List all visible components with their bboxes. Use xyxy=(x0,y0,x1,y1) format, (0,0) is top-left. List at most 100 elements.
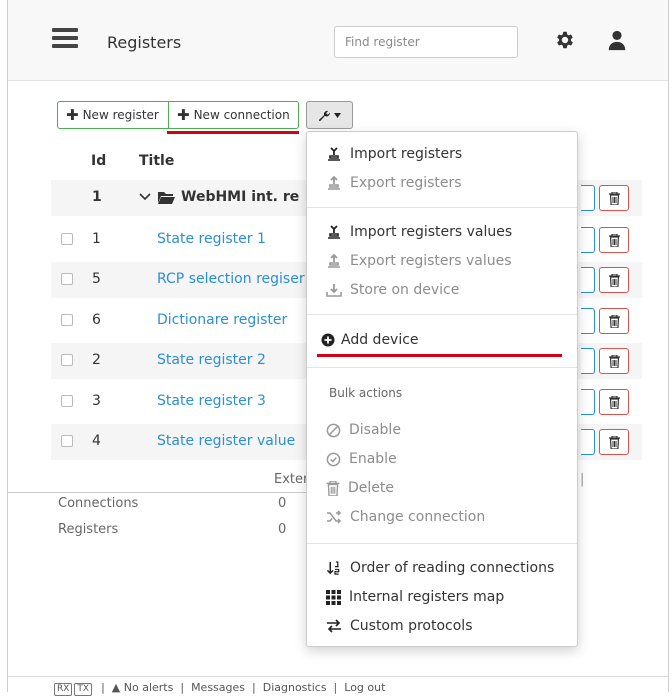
delete-button[interactable] xyxy=(599,389,629,415)
sort-numeric-icon xyxy=(326,560,340,575)
row-id: 2 xyxy=(92,352,101,368)
edit-button[interactable] xyxy=(581,348,595,374)
menu-item-export-registers[interactable]: Export registers xyxy=(326,175,462,191)
delete-button[interactable] xyxy=(599,429,629,455)
edit-button[interactable] xyxy=(581,185,595,211)
export-icon xyxy=(328,254,340,268)
menu-item-import-values[interactable]: Import registers values xyxy=(326,224,512,240)
menu-item-import-registers[interactable]: Import registers xyxy=(326,146,462,162)
group-id: 1 xyxy=(92,189,102,205)
row-checkbox[interactable] xyxy=(61,233,73,245)
menu-item-order-reading[interactable]: Order of reading connections xyxy=(326,560,554,576)
delete-button[interactable] xyxy=(599,185,629,211)
menu-item-internal-map[interactable]: Internal registers map xyxy=(326,589,504,605)
page-title: Registers xyxy=(107,33,182,52)
row-id: 5 xyxy=(92,271,101,287)
delete-button[interactable] xyxy=(599,348,629,374)
plus-icon: ✚ xyxy=(177,106,190,124)
row-id: 6 xyxy=(92,312,101,328)
folder-open-icon xyxy=(158,192,175,204)
logout-link[interactable]: Log out xyxy=(344,681,385,694)
menu-item-label: Import registers xyxy=(350,146,463,162)
new-register-label: New register xyxy=(82,108,159,122)
row-title-link[interactable]: State register 1 xyxy=(157,231,266,247)
row-title-link[interactable]: State register 3 xyxy=(157,393,266,409)
alerts-link[interactable]: No alerts xyxy=(124,681,174,694)
menu-item-add-device[interactable]: Add device xyxy=(321,332,419,348)
hamburger-menu-icon[interactable] xyxy=(52,28,78,48)
row-checkbox[interactable] xyxy=(61,395,73,407)
row-title-link[interactable]: State register 2 xyxy=(157,352,266,368)
registers-value: 0 xyxy=(278,522,287,537)
menu-item-delete[interactable]: Delete xyxy=(326,480,394,496)
delete-button[interactable] xyxy=(599,227,629,253)
import-icon xyxy=(328,225,340,239)
download-icon xyxy=(326,284,342,297)
menu-item-label: Internal registers map xyxy=(349,589,505,605)
menu-item-disable[interactable]: Disable xyxy=(326,422,401,438)
bulk-actions-header: Bulk actions xyxy=(329,386,403,400)
delete-button[interactable] xyxy=(599,267,629,293)
menu-item-export-values[interactable]: Export registers values xyxy=(326,253,512,269)
stats-divider-line xyxy=(8,492,308,493)
tx-indicator: TX xyxy=(74,683,93,696)
row-checkbox[interactable] xyxy=(61,314,73,326)
stats-column-header: Exter xyxy=(274,472,309,487)
menu-item-label: Export registers xyxy=(350,175,462,191)
caret-down-icon xyxy=(334,112,341,118)
menu-item-change-connection[interactable]: Change connection xyxy=(326,509,485,525)
wrench-icon xyxy=(318,110,330,121)
warning-icon: ▲ xyxy=(111,681,121,694)
menu-item-enable[interactable]: Enable xyxy=(326,451,397,467)
chevron-down-icon xyxy=(139,193,151,201)
import-icon xyxy=(328,147,340,161)
row-title-link[interactable]: State register value xyxy=(157,433,295,449)
edit-button[interactable] xyxy=(581,267,595,293)
trash-icon xyxy=(608,395,620,409)
ban-icon xyxy=(326,423,341,437)
row-checkbox[interactable] xyxy=(61,354,73,366)
tools-dropdown-menu: Import registers Export registers Import… xyxy=(306,131,578,647)
menu-separator xyxy=(307,207,577,208)
diagnostics-link[interactable]: Diagnostics xyxy=(263,681,327,694)
row-title-link[interactable]: Dictionare register xyxy=(157,312,287,328)
new-connection-label: New connection xyxy=(193,108,290,122)
trash-icon xyxy=(608,354,620,368)
row-id: 1 xyxy=(92,231,101,247)
plus-icon: ✚ xyxy=(66,106,79,124)
column-header-title: Title xyxy=(139,153,175,169)
user-icon[interactable] xyxy=(606,29,628,51)
new-connection-button[interactable]: ✚ New connection xyxy=(168,101,299,129)
menu-item-label: Add device xyxy=(341,332,419,348)
trash-icon xyxy=(608,233,620,247)
search-input[interactable] xyxy=(334,26,518,58)
menu-item-custom-protocols[interactable]: Custom protocols xyxy=(326,618,473,634)
edit-button[interactable] xyxy=(581,389,595,415)
highlight-underline xyxy=(317,354,562,357)
plus-circle-icon xyxy=(321,333,335,347)
group-title[interactable]: WebHMI int. re xyxy=(139,189,299,205)
exchange-icon xyxy=(327,619,341,633)
menu-item-label: Custom protocols xyxy=(350,618,473,634)
edit-button[interactable] xyxy=(581,227,595,253)
connections-value: 0 xyxy=(278,496,287,511)
new-register-button[interactable]: ✚ New register xyxy=(57,101,169,129)
export-icon xyxy=(328,176,340,190)
menu-item-store-on-device[interactable]: Store on device xyxy=(326,282,459,298)
tools-dropdown-button[interactable] xyxy=(306,101,353,129)
row-title-link[interactable]: RCP selection regiser xyxy=(157,271,305,287)
edit-button[interactable] xyxy=(581,429,595,455)
edit-button[interactable] xyxy=(581,308,595,334)
trash-icon xyxy=(608,314,620,328)
row-checkbox[interactable] xyxy=(61,435,73,447)
trash-icon xyxy=(608,191,620,205)
menu-separator xyxy=(307,367,577,368)
delete-button[interactable] xyxy=(599,308,629,334)
gear-icon[interactable] xyxy=(554,29,576,51)
messages-link[interactable]: Messages xyxy=(191,681,245,694)
row-checkbox[interactable] xyxy=(61,273,73,285)
registers-label: Registers xyxy=(58,522,119,537)
group-title-label: WebHMI int. re xyxy=(181,189,300,205)
menu-item-label: Export registers values xyxy=(350,253,512,269)
trash-icon xyxy=(608,435,620,449)
